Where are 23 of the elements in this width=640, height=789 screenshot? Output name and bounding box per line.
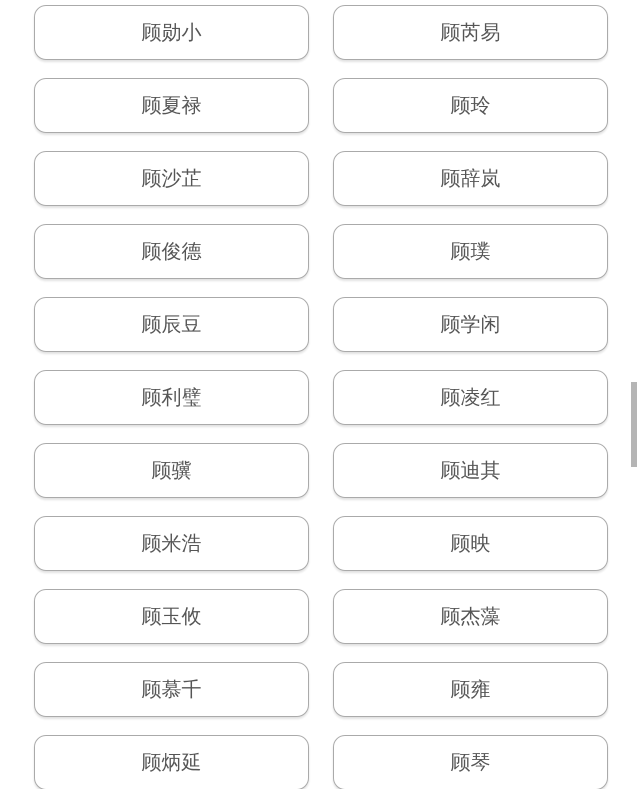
scrollbar-thumb[interactable] xyxy=(631,382,637,467)
name-button[interactable]: 顾骥 xyxy=(34,443,309,498)
name-button[interactable]: 顾辞岚 xyxy=(333,151,608,206)
name-button[interactable]: 顾玲 xyxy=(333,78,608,133)
name-button[interactable]: 顾慕千 xyxy=(34,662,309,717)
name-button[interactable]: 顾米浩 xyxy=(34,516,309,571)
name-button[interactable]: 顾芮易 xyxy=(333,5,608,60)
name-button[interactable]: 顾学闲 xyxy=(333,297,608,352)
name-button[interactable]: 顾辰豆 xyxy=(34,297,309,352)
name-button[interactable]: 顾沙芷 xyxy=(34,151,309,206)
name-button[interactable]: 顾映 xyxy=(333,516,608,571)
name-button[interactable]: 顾玉攸 xyxy=(34,589,309,644)
name-button[interactable]: 顾夏禄 xyxy=(34,78,309,133)
name-button[interactable]: 顾勋小 xyxy=(34,5,309,60)
name-button[interactable]: 顾凌红 xyxy=(333,370,608,425)
name-button[interactable]: 顾杰藻 xyxy=(333,589,608,644)
name-button[interactable]: 顾璞 xyxy=(333,224,608,279)
name-button[interactable]: 顾利璧 xyxy=(34,370,309,425)
name-button[interactable]: 顾雍 xyxy=(333,662,608,717)
name-button[interactable]: 顾迪其 xyxy=(333,443,608,498)
name-button[interactable]: 顾俊德 xyxy=(34,224,309,279)
name-button[interactable]: 顾琴 xyxy=(333,735,608,789)
name-button[interactable]: 顾炳延 xyxy=(34,735,309,789)
